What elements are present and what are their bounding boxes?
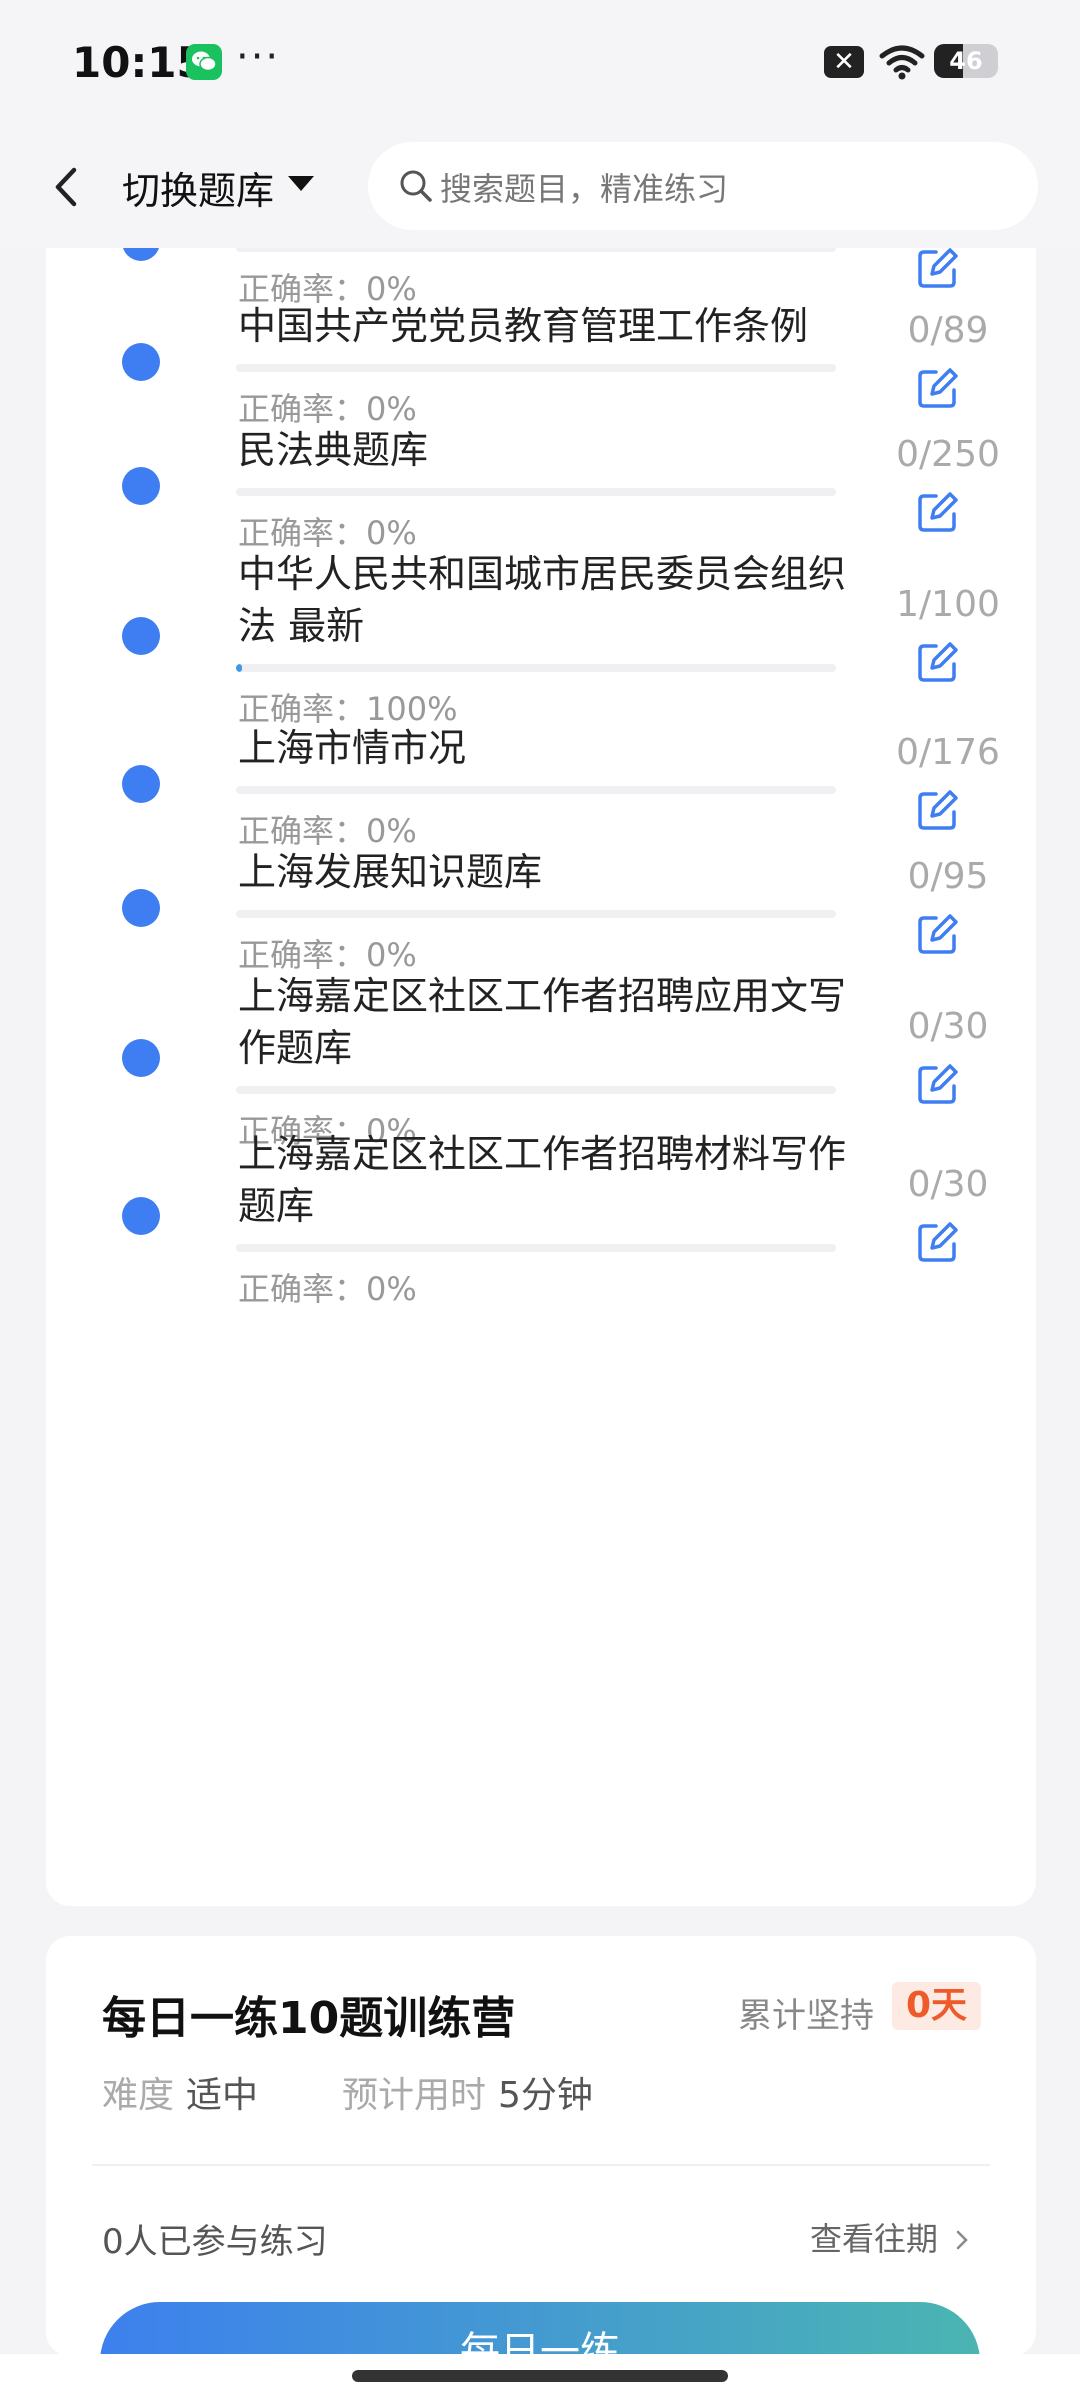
- divider: [92, 2164, 990, 2166]
- search-icon: [398, 168, 434, 208]
- time-meta: 预计用时 5分钟: [342, 2066, 593, 2118]
- back-arrow-icon[interactable]: [46, 162, 86, 212]
- bank-dot-icon: [122, 343, 160, 381]
- progress-bar: [236, 664, 836, 672]
- edit-practice-icon[interactable]: [916, 1220, 960, 1264]
- camp-title: 每日一练10题训练营: [102, 1993, 516, 2044]
- search-placeholder: 搜索题目，精准练习: [440, 170, 729, 208]
- bank-title: 中华人民共和国城市居民委员会组织法 最新: [238, 552, 847, 648]
- bank-title: 上海嘉定区社区工作者招聘材料写作题库: [238, 1132, 847, 1228]
- history-link-label: 查看往期: [810, 2220, 939, 2258]
- bank-dot-icon: [122, 617, 160, 655]
- progress-bar: [236, 910, 836, 918]
- difficulty-label: 难度: [102, 2075, 175, 2116]
- edit-practice-icon[interactable]: [916, 640, 960, 684]
- chevron-right-icon: [956, 2230, 968, 2250]
- bank-title: 上海发展知识题库: [238, 850, 543, 894]
- switch-bank-button[interactable]: 切换题库: [122, 160, 274, 215]
- search-input[interactable]: 搜索题目，精准练习: [368, 142, 1038, 230]
- difficulty-value: 适中: [186, 2075, 259, 2116]
- progress-count: 0/30: [907, 1164, 989, 1205]
- question-bank-list: 中国共产党支部工作条例正确率：0%0/94中国共产党党员教育管理工作条例正确率：…: [46, 180, 1036, 1906]
- progress-count: 1/100: [896, 584, 1000, 625]
- difficulty-meta: 难度 适中: [102, 2066, 258, 2118]
- wifi-icon: [878, 44, 926, 84]
- status-bar: 10:15 ··· ✕ 46: [0, 0, 1080, 126]
- progress-fill: [236, 664, 242, 672]
- persist-label: 累计坚持: [738, 1996, 874, 2036]
- daily-training-card: 每日一练10题训练营 累计坚持 0天 难度 适中 预计用时 5分钟 0人已参与练习 …: [46, 1936, 1036, 2356]
- progress-bar: [236, 786, 836, 794]
- bank-title: 上海嘉定区社区工作者招聘应用文写作题库: [238, 974, 847, 1070]
- battery-percent: 46: [949, 47, 983, 75]
- home-indicator[interactable]: [352, 2370, 728, 2382]
- bank-title: 上海市情市况: [238, 726, 467, 770]
- more-notifications-icon: ···: [236, 34, 281, 80]
- bank-item[interactable]: 上海嘉定区社区工作者招聘材料写作题库正确率：0% 0/30: [46, 1088, 1036, 1314]
- history-link[interactable]: 查看往期: [810, 2214, 970, 2260]
- daily-practice-button[interactable]: 每日一练: [100, 2302, 980, 2356]
- battery-icon: 46: [934, 44, 998, 78]
- bank-dot-icon: [122, 765, 160, 803]
- wechat-icon: [186, 44, 222, 80]
- progress-count: 0/30: [907, 1006, 989, 1047]
- progress-bar: [236, 364, 836, 372]
- bank-dot-icon: [122, 1039, 160, 1077]
- caret-down-icon[interactable]: [288, 176, 314, 191]
- bank-title: 民法典题库: [238, 428, 429, 472]
- no-sim-icon: ✕: [824, 46, 864, 78]
- bank-title: 中国共产党党员教育管理工作条例: [238, 304, 809, 348]
- progress-count: 0/250: [896, 434, 1000, 475]
- progress-count: 0/176: [896, 732, 1000, 773]
- time-value: 5分钟: [498, 2075, 593, 2116]
- persist-days-badge: 0天: [892, 1982, 982, 2030]
- bank-dot-icon: [122, 1197, 160, 1235]
- progress-bar: [236, 1244, 836, 1252]
- time-label: 预计用时: [342, 2075, 487, 2116]
- participants-text: 0人已参与练习: [102, 2222, 328, 2262]
- progress-bar: [236, 488, 836, 496]
- progress-count: 0/89: [907, 310, 989, 351]
- bank-dot-icon: [122, 467, 160, 505]
- progress-count: 0/95: [907, 856, 989, 897]
- bank-dot-icon: [122, 889, 160, 927]
- accuracy-text: 正确率：0%: [238, 1270, 417, 1308]
- top-header: 切换题库 搜索题目，精准练习: [0, 126, 1080, 248]
